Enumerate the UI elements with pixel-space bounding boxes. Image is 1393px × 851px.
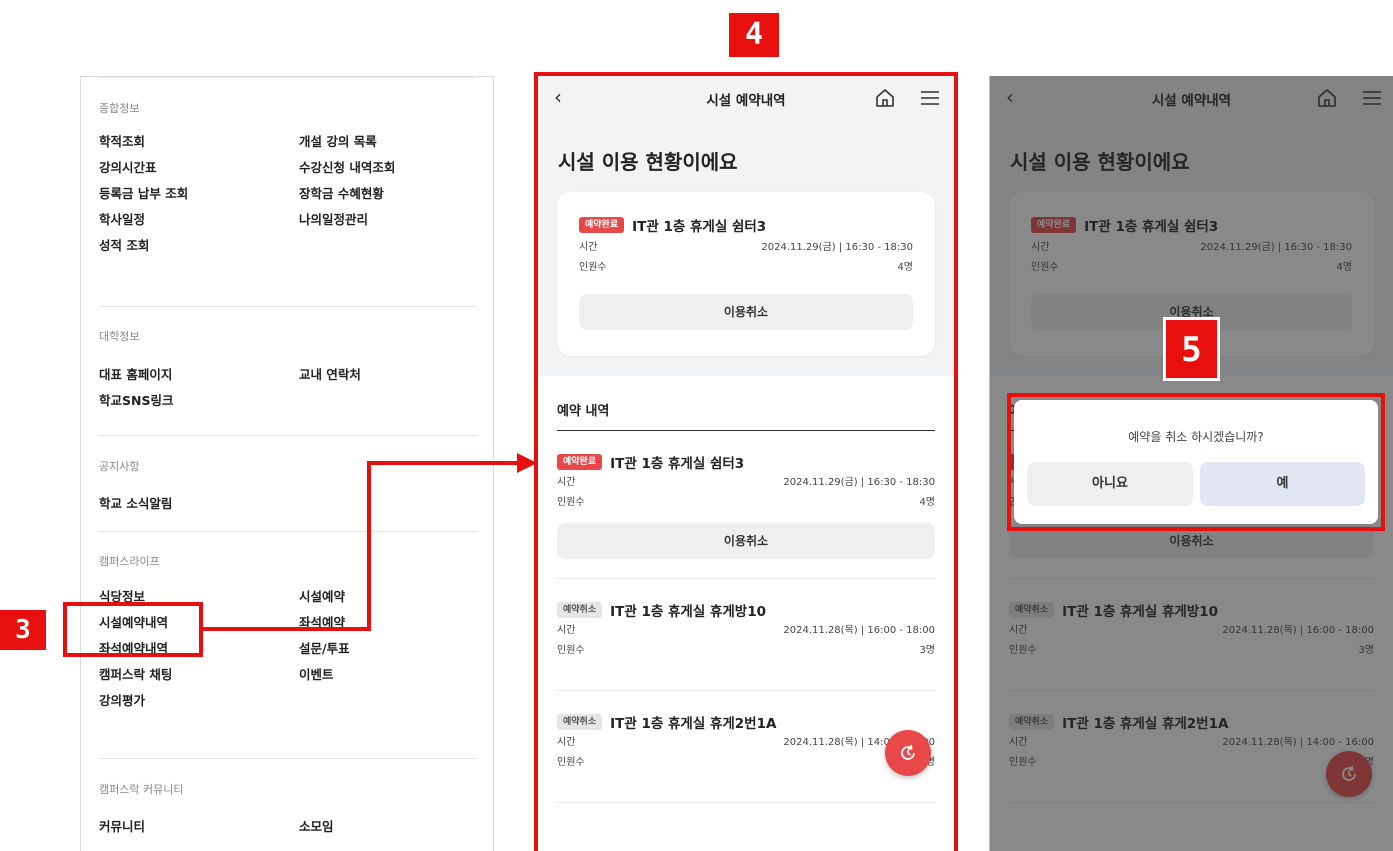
menu-item-campus-chat[interactable]: 캠퍼스락 채팅 (99, 662, 299, 688)
time-label: 시간 (557, 737, 576, 748)
facility-reservation-screen: ‹ 시설 예약내역 시설 이용 현황이에요 예약완료 IT관 1층 휴게실 쉼터3… (538, 76, 954, 851)
menu-item-tuition-payment[interactable]: 등록금 납부 조회 (99, 181, 299, 207)
menu-divider (99, 531, 477, 532)
connector-line (203, 627, 371, 631)
menu-item-scholarship[interactable]: 장학금 수혜현황 (299, 181, 477, 207)
menu-item-campus-contacts[interactable]: 교내 연락처 (299, 362, 477, 388)
connector-line (367, 461, 519, 465)
menu-divider (99, 435, 477, 436)
status-badge: 예약취소 (557, 601, 603, 618)
menu-item-academic-calendar[interactable]: 학사일정 (99, 207, 299, 233)
list-item: 예약완료 IT관 1층 휴게실 쉼터3 시간 2024.11.29(금) | 16:… (557, 431, 935, 579)
menu-section-university-info: 대학정보 대표 홈페이지 교내 연락처 학교SNS링크 (99, 327, 477, 414)
facility-name: IT관 1층 휴게실 쉼터3 (632, 218, 767, 235)
dialog-message: 예약을 취소 하시겠습니까? (1128, 430, 1264, 444)
facility-name: IT관 1층 휴게실 휴게방10 (610, 603, 766, 620)
menu-item-course-list[interactable]: 개설 강의 목록 (299, 129, 477, 155)
time-label: 시간 (557, 477, 576, 488)
people-label: 인원수 (579, 262, 607, 273)
status-badge: 예약취소 (557, 713, 603, 730)
menu-item-community[interactable]: 커뮤니티 (99, 814, 299, 840)
menu-section-community: 캠퍼스락 커뮤니티 커뮤니티 소모임 (99, 780, 477, 840)
arrow-right-icon (517, 453, 537, 473)
menu-item-grades[interactable]: 성적 조회 (99, 233, 299, 259)
people-label: 인원수 (557, 645, 585, 656)
menu-section-title: 캠퍼스락 커뮤니티 (99, 783, 184, 796)
menu-item-timetable[interactable]: 강의시간표 (99, 155, 299, 181)
menu-item-clubs[interactable]: 소모임 (299, 814, 477, 840)
no-button[interactable]: 아니요 (1027, 462, 1193, 506)
time-label: 시간 (557, 625, 576, 636)
list-item: 예약취소IT관 1층 휴게실 휴게2번1A 시간2024.11.28(목) | … (557, 691, 935, 803)
menu-top-divider (99, 77, 475, 78)
cancel-confirm-dialog: 예약을 취소 하시겠습니까? 아니요 예 (1014, 400, 1378, 524)
menu-section-campus-life: 캠퍼스라이프 식당정보 시설예약 시설예약내역 좌석예약 좌석예약내역 설문/투… (99, 552, 477, 714)
step5-label: 5 (1163, 317, 1220, 381)
status-badge: 예약완료 (557, 453, 603, 470)
menu-section-notices: 공지사항 학교 소식알림 (99, 457, 477, 517)
menu-item-school-news[interactable]: 학교 소식알림 (99, 491, 299, 517)
list-heading: 예약 내역 (557, 376, 935, 431)
time-label: 시간 (579, 242, 598, 253)
current-reservation-card: 예약완료 IT관 1층 휴게실 쉼터3 시간 2024.11.29(금) | 16:… (557, 192, 935, 356)
menu-item-cafeteria[interactable]: 식당정보 (99, 584, 299, 610)
time-value: 2024.11.28(목) | 16:00 - 18:00 (783, 625, 935, 636)
step4-label: 4 (729, 13, 779, 57)
menu-item-seat-reservation-history[interactable]: 좌석예약내역 (99, 636, 299, 662)
menu-section-title: 공지사항 (99, 460, 140, 473)
facility-name: IT관 1층 휴게실 휴게2번1A (610, 715, 777, 732)
people-label: 인원수 (557, 757, 585, 768)
current-usage-section: 시설 이용 현황이에요 예약완료 IT관 1층 휴게실 쉼터3 시간 2024.11… (538, 120, 954, 376)
menu-section-general-info: 종합정보 학적조회 개설 강의 목록 강의시간표 수강신청 내역조회 등록금 납… (99, 99, 477, 259)
yes-button[interactable]: 예 (1200, 462, 1365, 506)
menu-item-events[interactable]: 이벤트 (299, 662, 477, 688)
menu-section-title: 대학정보 (99, 330, 140, 343)
menu-item-registration-history[interactable]: 수강신청 내역조회 (299, 155, 477, 181)
home-icon[interactable] (874, 87, 896, 109)
menu-item-academic-record[interactable]: 학적조회 (99, 129, 299, 155)
people-value: 3명 (919, 645, 935, 656)
connector-line (367, 461, 371, 631)
hero-title: 시설 이용 현황이에요 (558, 150, 738, 174)
people-value: 4명 (919, 497, 935, 508)
history-icon (901, 744, 915, 760)
step3-label: 3 (0, 610, 46, 650)
time-value: 2024.11.29(금) | 16:30 - 18:30 (783, 477, 935, 488)
menu-item-survey-vote[interactable]: 설문/투표 (299, 636, 477, 662)
menu-item-homepage[interactable]: 대표 홈페이지 (99, 362, 299, 388)
menu-item-facility-reservation[interactable]: 시설예약 (299, 584, 477, 610)
app-header: ‹ 시설 예약내역 (538, 76, 954, 120)
menu-item-facility-reservation-history[interactable]: 시설예약내역 (99, 610, 299, 636)
people-value: 4명 (897, 262, 913, 273)
history-fab-button[interactable] (885, 730, 931, 776)
facility-name: IT관 1층 휴게실 쉼터3 (610, 455, 745, 472)
menu-item-seat-reservation[interactable]: 좌석예약 (299, 610, 477, 636)
status-badge: 예약완료 (579, 216, 625, 233)
menu-section-title: 캠퍼스라이프 (99, 555, 160, 568)
reservation-history-list: 예약 내역 예약완료 IT관 1층 휴게실 쉼터3 시간 2024.11.29(금)… (557, 376, 935, 803)
cancel-use-button[interactable]: 이용취소 (579, 294, 913, 330)
menu-section-title: 종합정보 (99, 102, 140, 115)
menu-divider (99, 306, 477, 307)
menu-item-course-evaluation[interactable]: 강의평가 (99, 688, 299, 714)
cancel-use-button[interactable]: 이용취소 (557, 523, 935, 559)
menu-item-sns-links[interactable]: 학교SNS링크 (99, 388, 299, 414)
list-item: 예약취소 IT관 1층 휴게실 휴게방10 시간 2024.11.28(목) | 1… (557, 579, 935, 691)
people-label: 인원수 (557, 497, 585, 508)
menu-item-my-schedule[interactable]: 나의일정관리 (299, 207, 477, 233)
menu-divider (99, 758, 477, 759)
hamburger-menu-icon[interactable] (920, 88, 940, 108)
time-value: 2024.11.29(금) | 16:30 - 18:30 (761, 242, 913, 253)
